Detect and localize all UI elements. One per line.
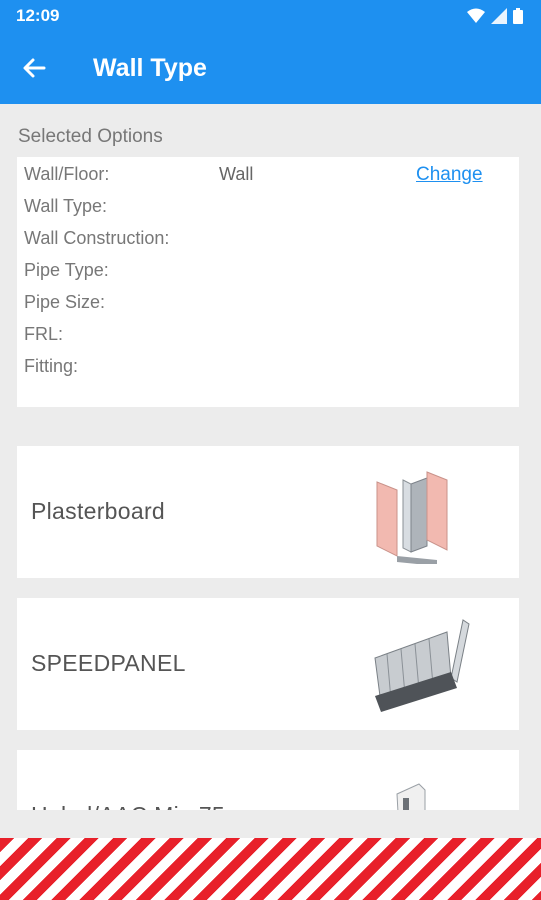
wall-type-card-hebel[interactable]: Hebel/AAC Min 75 xyxy=(17,750,519,810)
status-time: 12:09 xyxy=(16,6,60,25)
selected-options-card: Wall/Floor: Wall Change Wall Type: Wall … xyxy=(17,157,519,407)
wall-type-label: Hebel/AAC Min 75 xyxy=(31,802,225,810)
option-row-wall-type: Wall Type: xyxy=(24,196,107,226)
battery-icon xyxy=(513,8,523,24)
hebel-wall-image xyxy=(396,783,426,810)
option-label: Pipe Size: xyxy=(24,292,106,312)
wifi-icon xyxy=(467,8,485,23)
wall-type-list[interactable]: Plasterboard SPEEDPANEL Hebel/AAC Min 75 xyxy=(17,446,519,810)
status-bar: 12:09 xyxy=(0,0,541,32)
option-label: Fitting: xyxy=(24,356,79,376)
status-icons xyxy=(467,8,523,24)
wall-type-label: SPEEDPANEL xyxy=(31,650,186,676)
option-label: FRL: xyxy=(24,324,64,344)
option-row-fitting: Fitting: xyxy=(24,356,78,386)
option-row-frl: FRL: xyxy=(24,324,63,354)
change-link[interactable]: Change xyxy=(416,164,483,186)
option-row-pipe-size: Pipe Size: xyxy=(24,292,105,322)
signal-icon xyxy=(491,8,507,24)
wall-type-card-plasterboard[interactable]: Plasterboard xyxy=(17,446,519,578)
option-label: Wall/Floor: xyxy=(24,164,110,184)
option-row-pipe-type: Pipe Type: xyxy=(24,260,109,290)
option-row-wall-construction: Wall Construction: xyxy=(24,228,169,258)
wall-type-card-speedpanel[interactable]: SPEEDPANEL xyxy=(17,598,519,730)
plasterboard-wall-image xyxy=(376,471,448,564)
app-bar: Wall Type xyxy=(0,32,541,104)
speedpanel-wall-image xyxy=(374,619,470,712)
page-title: Wall Type xyxy=(93,54,207,82)
option-row-wall-floor: Wall/Floor: xyxy=(24,164,109,194)
option-value-wall-floor: Wall xyxy=(219,164,254,184)
option-label: Wall Construction: xyxy=(24,228,170,248)
option-label: Pipe Type: xyxy=(24,260,109,280)
selected-options-heading: Selected Options xyxy=(18,126,163,147)
option-label: Wall Type: xyxy=(24,196,108,216)
warning-stripes-bar xyxy=(0,838,541,900)
wall-type-label: Plasterboard xyxy=(31,498,166,524)
back-arrow-icon[interactable] xyxy=(18,52,50,84)
